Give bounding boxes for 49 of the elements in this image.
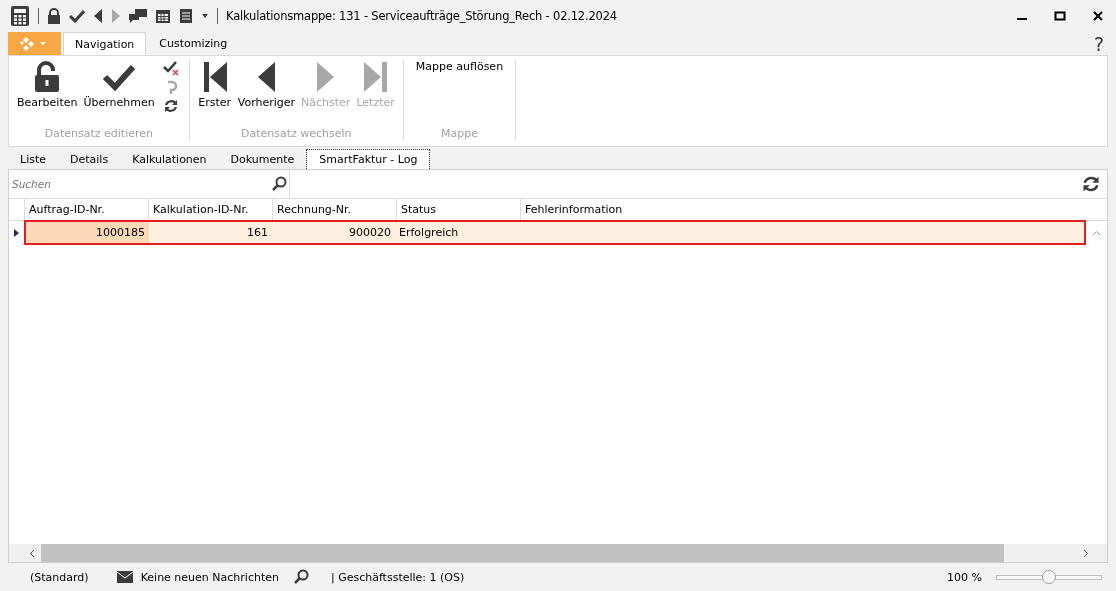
search-field[interactable]: Suchen: [9, 178, 271, 190]
zoom-thumb[interactable]: [1042, 569, 1056, 584]
calculator-icon[interactable]: [10, 5, 30, 27]
table-cell: 1000185: [26, 222, 149, 243]
table-cell-text: 900020: [348, 225, 392, 241]
help-icon[interactable]: ?: [1093, 32, 1104, 55]
refresh-icon[interactable]: [162, 98, 179, 114]
calendar-icon[interactable]: [155, 8, 171, 24]
table-cell-text: 161: [246, 225, 269, 241]
ribbon-tab[interactable]: Customizing: [148, 32, 239, 55]
back-icon[interactable]: [93, 9, 103, 23]
ribbon-button[interactable]: Bearbeiten: [15, 60, 80, 109]
ribbon-button[interactable]: Übernehmen: [81, 60, 157, 109]
check-icon[interactable]: [69, 9, 85, 23]
search-icon[interactable]: [271, 176, 287, 192]
tab[interactable]: SmartFaktur - Log: [306, 149, 431, 169]
tab[interactable]: Dokumente: [218, 149, 307, 169]
close-icon[interactable]: [1092, 10, 1104, 22]
ribbon-tab[interactable]: Navigation: [63, 32, 147, 55]
tab[interactable]: Details: [58, 149, 121, 169]
tab[interactable]: Liste: [8, 149, 58, 169]
messages-label: Keine neuen Nachrichten: [140, 570, 279, 584]
maximize-icon[interactable]: [1054, 10, 1066, 22]
scroll-up-icon[interactable]: [1092, 229, 1101, 236]
group-label: Mappe: [440, 127, 478, 140]
table-row[interactable]: 1000185 161 900020 Erfolgreich: [24, 220, 1086, 245]
group-label: Datensatz editieren: [44, 127, 153, 140]
scroll-left-icon[interactable]: [29, 548, 35, 558]
row-pointer-icon: [14, 228, 19, 237]
tab[interactable]: Kalkulationen: [120, 149, 219, 169]
dropdown-caret-icon[interactable]: [201, 13, 209, 19]
profile-label: (Standard): [30, 570, 89, 584]
zoom-reading: 100 %: [947, 570, 982, 584]
table-cell-text: Erfolgreich: [398, 225, 460, 241]
envelope-icon[interactable]: [116, 571, 133, 583]
lock-icon[interactable]: [47, 8, 61, 24]
scroll-right-icon[interactable]: [1083, 548, 1089, 558]
check-cross-icon[interactable]: [162, 60, 179, 76]
window-title: Kalkulationsmappe: 131 - Serviceaufträge_Störung_Rech - 02.12.2024: [226, 9, 617, 23]
ribbon-button[interactable]: Vorheriger: [235, 60, 298, 109]
list-icon[interactable]: [179, 8, 193, 24]
branch-label: | Geschäftsstelle: 1 (OS): [330, 570, 465, 584]
refresh-icon[interactable]: [1081, 174, 1101, 194]
ribbon-button[interactable]: Mappe auflösen: [409, 60, 510, 73]
search-icon[interactable]: [292, 569, 309, 585]
ribbon-button[interactable]: Erster: [195, 60, 234, 109]
scrollbar-thumb[interactable]: [41, 544, 1005, 562]
chat-icon[interactable]: [129, 9, 147, 23]
group-label: Datensatz wechseln: [240, 127, 352, 140]
